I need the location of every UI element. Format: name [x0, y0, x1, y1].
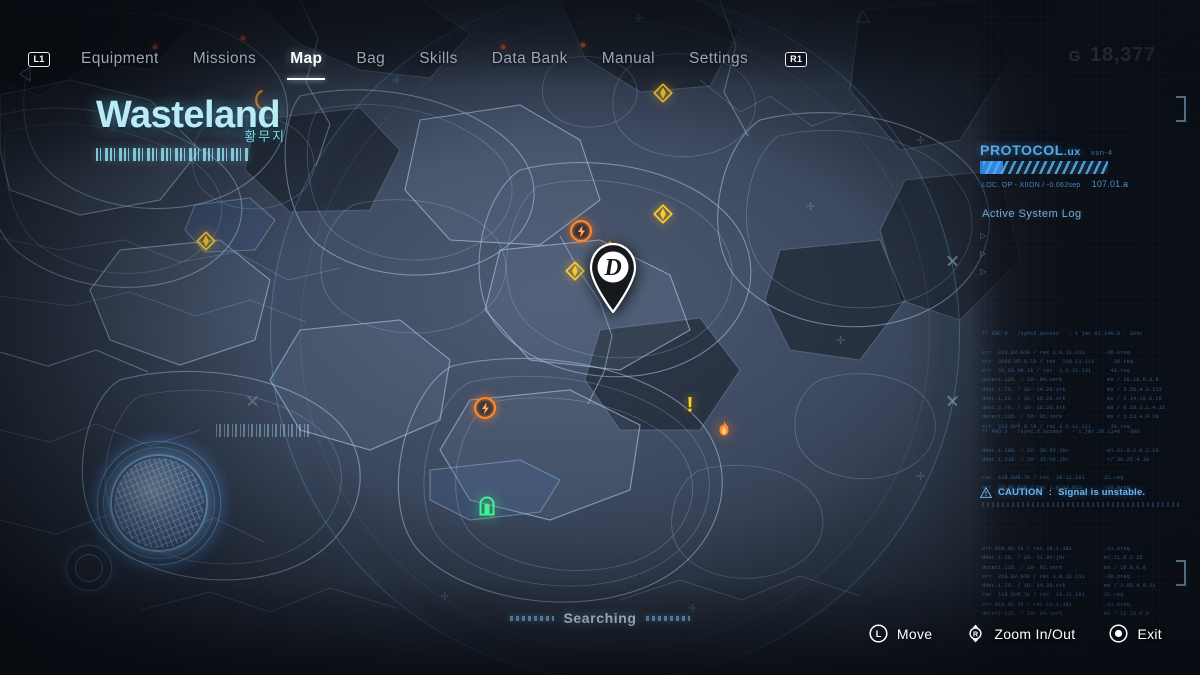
protocol-title-suffix: .ux — [1063, 146, 1081, 158]
protocol-version: vsn-4 — [1090, 148, 1113, 157]
control-hint-zoom-in-out[interactable]: R Zoom In/Out — [966, 624, 1075, 643]
protocol-meta: LOC. OP - XIION / -0.062sep 107.01.a — [982, 179, 1128, 189]
svg-text:R: R — [973, 631, 978, 638]
region-subtitle: 황무지 — [244, 129, 287, 144]
panel-edge-bracket — [1172, 96, 1186, 122]
region-barcode-decor — [96, 148, 248, 161]
telemetry-block-1: TT ERC-9 /syncd.access : i jmr.02.140.0 … — [982, 331, 1166, 430]
map-screen: ✛ ✛ ✛ ✛ ✛ ✛ ✛ ✛ ! D L1 Equipmen — [0, 0, 1200, 675]
tab-equipment[interactable]: Equipment — [64, 50, 176, 68]
control-hint-label: Exit — [1137, 625, 1162, 642]
tab-missions[interactable]: Missions — [176, 50, 274, 68]
system-log-title: Active System Log — [982, 208, 1082, 220]
system-panel: PROTOCOL.ux vsn-4 LOC. OP - XIION / -0.0… — [970, 0, 1200, 675]
tab-bag[interactable]: Bag — [339, 50, 402, 68]
telemetry-block-2: TT PHD-3 /sync.d.access - i.jmr.20.1140 … — [982, 429, 1159, 491]
control-hints: L Move R Zoom In/Out Exit — [869, 624, 1162, 643]
log-entry: ▷ — [980, 250, 1185, 259]
system-log-list: ▷ ▷ ▷ — [980, 232, 1185, 286]
caution-label: CAUTION — [998, 487, 1043, 498]
protocol-meta-left: LOC. OP - XIION / -0.062sep — [982, 182, 1081, 189]
tab-skills[interactable]: Skills — [402, 50, 475, 68]
caution-separator: : — [1048, 487, 1053, 498]
tab-manual[interactable]: Manual — [585, 50, 672, 68]
control-hint-move[interactable]: L Move — [869, 624, 932, 643]
control-hint-exit[interactable]: Exit — [1109, 624, 1162, 643]
bumper-r1-icon[interactable]: R1 — [785, 51, 808, 67]
protocol-progress-bar — [980, 161, 1108, 174]
protocol-title: PROTOCOL.ux — [980, 142, 1081, 158]
nav-tab-list: Equipment Missions Map Bag Skills Data Bank Ma… — [64, 50, 765, 80]
tab-data-bank[interactable]: Data Bank — [475, 50, 585, 68]
caution-banner: CAUTION : Signal is unstable. — [980, 487, 1145, 498]
tab-map[interactable]: Map — [273, 50, 339, 80]
bumper-l1-icon[interactable]: L1 — [28, 51, 50, 67]
log-bullet-icon: ▷ — [980, 267, 987, 276]
control-hint-label: Zoom In/Out — [994, 625, 1076, 642]
log-entry: ▷ — [980, 232, 1185, 241]
control-hint-label: Move — [896, 625, 933, 642]
tab-settings[interactable]: Settings — [672, 50, 765, 68]
protocol-header: PROTOCOL.ux vsn-4 — [980, 142, 1113, 158]
caution-underline-decor — [982, 502, 1182, 507]
caution-message: Signal is unstable. — [1058, 487, 1146, 498]
warning-triangle-icon — [980, 487, 992, 498]
circle-button-icon — [1109, 624, 1129, 643]
log-bullet-icon: ▷ — [980, 231, 987, 240]
log-bullet-icon: ▷ — [980, 249, 987, 258]
log-entry: ▷ — [980, 268, 1185, 277]
protocol-title-main: PROTOCOL — [980, 142, 1064, 158]
left-stick-icon: L — [869, 624, 888, 643]
right-stick-icon: R — [969, 624, 982, 643]
svg-text:L: L — [876, 629, 882, 639]
region-title-block: Wasteland 황무지 — [96, 96, 284, 161]
protocol-meta-right: 107.01.a — [1091, 179, 1129, 189]
